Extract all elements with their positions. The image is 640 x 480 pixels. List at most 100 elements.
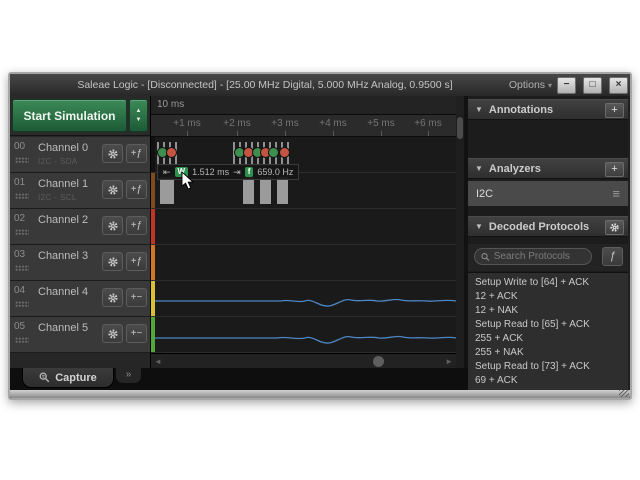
more-tabs-button[interactable]: »: [116, 368, 141, 383]
channel-row-5[interactable]: 05 Channel 5 +~: [10, 317, 150, 353]
scrollbar-thumb[interactable]: [457, 117, 463, 139]
wave-row-channel-3[interactable]: [151, 245, 456, 281]
scroll-left-icon[interactable]: ◄: [154, 357, 162, 366]
channel-settings-button[interactable]: [102, 288, 123, 307]
channel-analyzer-label: I2C - SCL: [38, 193, 77, 202]
waveform-viewport[interactable]: 10 ms +1 ms +2 ms +3 ms +4 ms +5 ms +6 m…: [150, 96, 456, 390]
digital-pulse: [160, 177, 174, 204]
horizontal-scrollbar[interactable]: ◄ ►: [151, 353, 456, 369]
channel-number: 04: [14, 285, 34, 296]
add-measurement-button[interactable]: +ƒ: [126, 216, 147, 235]
annotations-header[interactable]: ▼ Annotations +: [468, 99, 628, 120]
waveform-rows: ⇤ W 1.512 ms ⇥ f 659.0 Hz: [151, 137, 456, 353]
channel-number: 00: [14, 141, 34, 152]
annotations-title: Annotations: [489, 104, 553, 116]
options-menu[interactable]: Options ▾: [509, 74, 552, 96]
protocol-row[interactable]: Setup Read to [73] + ACK: [468, 360, 628, 374]
channel-row-2[interactable]: 02 Channel 2 +ƒ: [10, 209, 150, 245]
channel-name: Channel 1: [38, 178, 88, 190]
protocol-row[interactable]: 12 + NAK: [468, 304, 628, 318]
protocol-row[interactable]: Setup Read to [65] + ACK: [468, 318, 628, 332]
decoded-protocols-header[interactable]: ▼ Decoded Protocols: [468, 216, 628, 237]
i2c-nak-marker: [280, 148, 289, 157]
tick-mark: [285, 131, 286, 136]
start-simulation-button[interactable]: Start Simulation: [12, 99, 127, 132]
collapse-icon[interactable]: ▼: [475, 105, 483, 114]
analog-trace: [155, 317, 456, 352]
protocol-row[interactable]: 255 + NAK: [468, 346, 628, 360]
protocol-measure-button[interactable]: ƒ: [602, 247, 623, 266]
add-measurement-button[interactable]: +ƒ: [126, 180, 147, 199]
search-icon: [481, 252, 490, 262]
window-footer: [10, 390, 630, 398]
collapse-icon[interactable]: ▼: [475, 164, 483, 173]
wave-row-channel-5[interactable]: [151, 317, 456, 353]
saleae-logic-window: Saleae Logic - [Disconnected] - [25.00 M…: [8, 72, 632, 400]
drag-handle-icon[interactable]: [15, 337, 29, 343]
wave-row-channel-2[interactable]: [151, 209, 456, 245]
search-protocols-input[interactable]: [494, 251, 585, 262]
protocol-row[interactable]: 255 + ACK: [468, 332, 628, 346]
drag-handle-icon[interactable]: [15, 193, 29, 199]
simulation-mode-stepper[interactable]: ▲ ▼: [129, 99, 148, 132]
drag-handle-icon[interactable]: [15, 157, 29, 163]
channel-color-strip: [151, 245, 155, 280]
protocol-search-box[interactable]: [474, 248, 592, 265]
digital-pulse: [277, 177, 288, 204]
decoded-settings-button[interactable]: [605, 220, 624, 235]
analyzers-header[interactable]: ▼ Analyzers +: [468, 158, 628, 179]
digital-pulse: [260, 177, 271, 204]
channel-row-4[interactable]: 04 Channel 4 +~: [10, 281, 150, 317]
arrow-down-icon: ▼: [136, 117, 142, 123]
gear-icon: [107, 184, 119, 196]
tick-label: +6 ms: [406, 118, 450, 129]
wave-row-channel-4[interactable]: [151, 281, 456, 317]
channel-name: Channel 3: [38, 250, 88, 262]
menu-icon[interactable]: ≡: [612, 181, 620, 207]
channel-settings-button[interactable]: [102, 180, 123, 199]
bottom-tab-bar: Capture »: [10, 368, 468, 390]
channel-color-strip: [151, 137, 155, 172]
add-measurement-button[interactable]: +ƒ: [126, 144, 147, 163]
chevron-down-icon: ▾: [548, 81, 552, 90]
resize-grip[interactable]: [619, 390, 629, 397]
channel-settings-button[interactable]: [102, 144, 123, 163]
protocol-row[interactable]: Setup Write to [64] + ACK: [468, 276, 628, 290]
analyzer-item-i2c[interactable]: I2C ≡: [468, 181, 628, 207]
scroll-right-icon[interactable]: ►: [445, 357, 453, 366]
scrollbar-thumb[interactable]: [373, 356, 384, 367]
channel-settings-button[interactable]: [102, 216, 123, 235]
minimize-button[interactable]: −: [557, 77, 576, 94]
measure-end-icon: ⇥: [233, 167, 241, 178]
measure-start-icon: ⇤: [163, 167, 171, 178]
protocol-row[interactable]: 69 + ACK: [468, 374, 628, 388]
timeline-ruler[interactable]: +1 ms +2 ms +3 ms +4 ms +5 ms +6 ms: [151, 115, 456, 137]
channel-settings-button[interactable]: [102, 252, 123, 271]
add-analog-measurement-button[interactable]: +~: [126, 288, 147, 307]
channel-settings-button[interactable]: [102, 324, 123, 343]
add-measurement-button[interactable]: +ƒ: [126, 252, 147, 271]
width-chip: W: [175, 167, 189, 177]
add-analog-measurement-button[interactable]: +~: [126, 324, 147, 343]
drag-handle-icon[interactable]: [15, 301, 29, 307]
close-button[interactable]: ×: [609, 77, 628, 94]
tab-capture[interactable]: Capture: [22, 368, 114, 388]
i2c-nak-marker: [244, 148, 253, 157]
drag-handle-icon[interactable]: [15, 229, 29, 235]
decoded-protocols-list[interactable]: Setup Write to [64] + ACK 12 + ACK 12 + …: [468, 272, 628, 390]
tick-label: +4 ms: [311, 118, 355, 129]
channel-name: Channel 2: [38, 214, 88, 226]
add-analyzer-button[interactable]: +: [605, 162, 624, 177]
wave-row-channel-0[interactable]: ⇤ W 1.512 ms ⇥ f 659.0 Hz: [151, 137, 456, 173]
channel-number: 05: [14, 321, 34, 332]
drag-handle-icon[interactable]: [15, 265, 29, 271]
channel-row-0[interactable]: 00 Channel 0 I2C - SDA +ƒ: [10, 137, 150, 173]
channel-row-3[interactable]: 03 Channel 3 +ƒ: [10, 245, 150, 281]
maximize-button[interactable]: □: [583, 77, 602, 94]
add-annotation-button[interactable]: +: [605, 103, 624, 118]
collapse-icon[interactable]: ▼: [475, 222, 483, 231]
channel-row-1[interactable]: 01 Channel 1 I2C - SCL +ƒ: [10, 173, 150, 209]
protocol-row[interactable]: 12 + ACK: [468, 290, 628, 304]
arrow-up-icon: ▲: [136, 108, 142, 114]
vertical-scrollbar[interactable]: [456, 115, 464, 368]
